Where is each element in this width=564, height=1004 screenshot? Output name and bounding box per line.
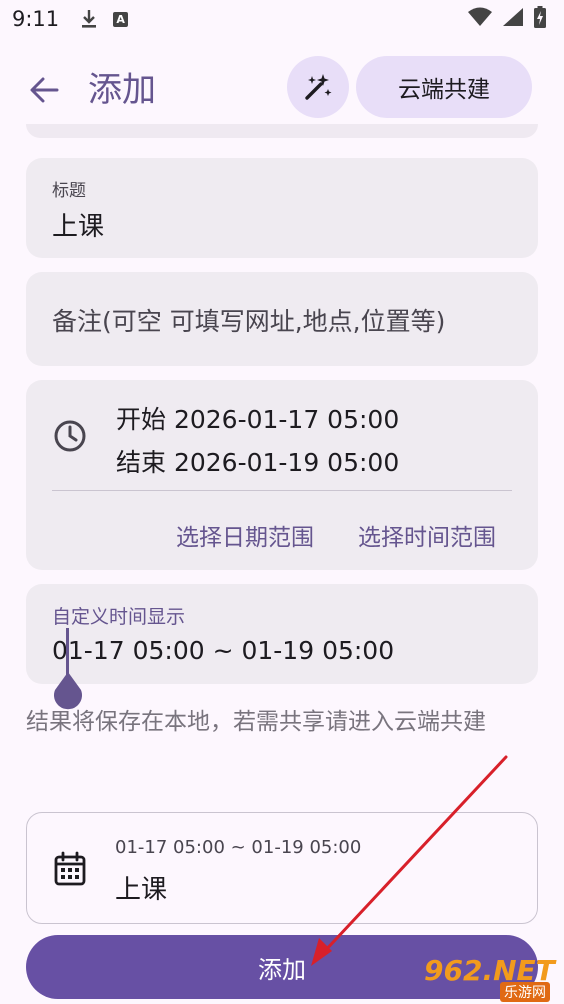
event-preview-card: 01-17 05:00 ~ 01-19 05:00 上课 xyxy=(26,812,538,924)
signal-icon xyxy=(502,7,524,31)
start-time: 开始 2026-01-17 05:00 xyxy=(116,405,400,434)
title-field[interactable]: 标题 上课 xyxy=(26,158,538,258)
custom-time-label: 自定义时间显示 xyxy=(52,606,186,628)
a-badge-icon: A xyxy=(113,11,129,27)
download-icon xyxy=(81,9,97,29)
app-bar: 添加 云端共建 xyxy=(0,50,564,130)
clock-icon xyxy=(54,420,86,452)
custom-time-field[interactable]: 自定义时间显示 01-17 05:00 ~ 01-19 05:00 xyxy=(26,584,538,710)
preview-time: 01-17 05:00 ~ 01-19 05:00 xyxy=(115,837,362,858)
title-field-label: 标题 xyxy=(52,181,86,201)
wifi-icon xyxy=(468,7,492,31)
save-hint: 结果将保存在本地，若需共享请进入云端共建 xyxy=(26,709,486,735)
note-field-placeholder: 备注(可空 可填写网址,地点,位置等) xyxy=(52,307,446,336)
back-button[interactable] xyxy=(22,68,66,112)
site-watermark: 962.NET 乐游网 xyxy=(424,954,560,1002)
status-time: 9:11 xyxy=(12,7,60,31)
preview-title: 上课 xyxy=(115,875,168,905)
end-time: 结束 2026-01-19 05:00 xyxy=(116,448,400,477)
arrow-left-icon xyxy=(30,77,59,103)
magic-wand-icon xyxy=(305,74,332,100)
scrolled-card-edge xyxy=(26,124,538,138)
cloud-collab-button[interactable]: 云端共建 xyxy=(356,56,532,118)
custom-time-value[interactable]: 01-17 05:00 ~ 01-19 05:00 xyxy=(52,636,394,665)
status-bar: 9:11 A xyxy=(0,0,564,38)
select-date-range-button[interactable]: 选择日期范围 xyxy=(176,518,314,552)
title-field-value[interactable]: 上课 xyxy=(52,206,104,243)
time-range-card: 开始 2026-01-17 05:00 结束 2026-01-19 05:00 … xyxy=(26,380,538,570)
select-time-range-button[interactable]: 选择时间范围 xyxy=(358,518,496,552)
watermark-sub: 乐游网 xyxy=(500,982,550,1002)
note-field[interactable]: 备注(可空 可填写网址,地点,位置等) xyxy=(26,272,538,366)
divider xyxy=(52,490,512,491)
page-title: 添加 xyxy=(88,70,156,110)
calendar-icon xyxy=(54,851,86,886)
magic-wand-button[interactable] xyxy=(287,56,349,118)
battery-icon xyxy=(534,6,546,32)
